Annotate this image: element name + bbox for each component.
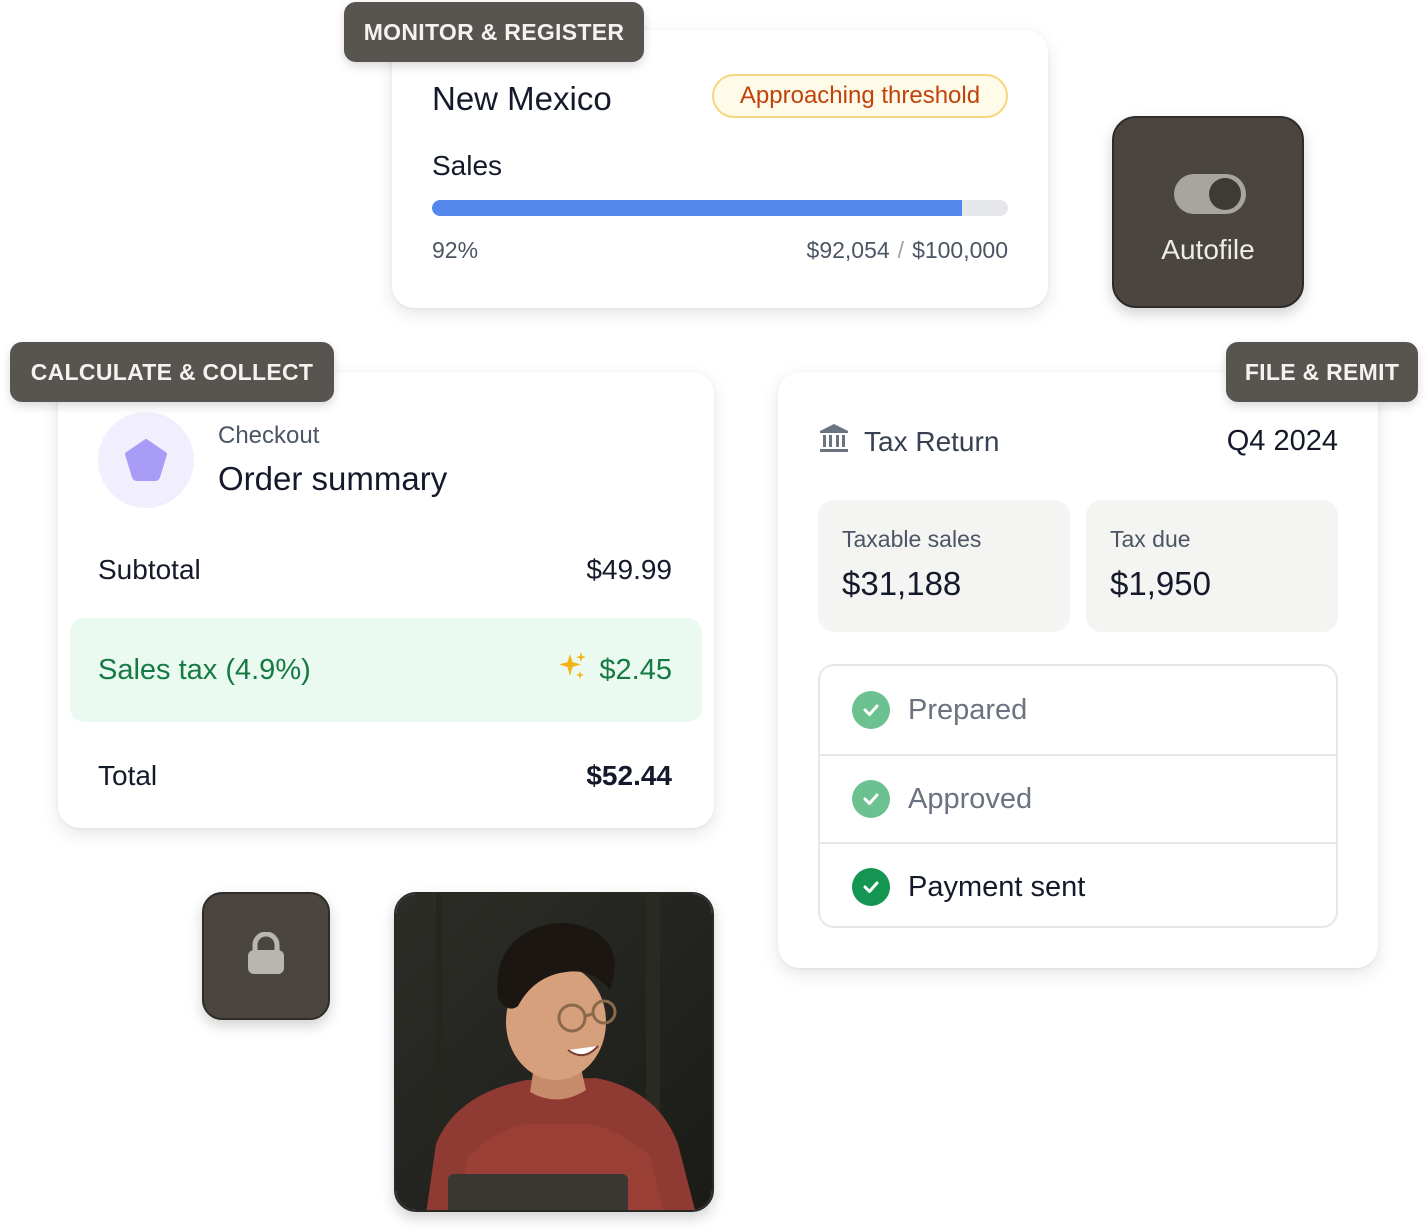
check-circle-icon bbox=[852, 780, 890, 818]
tax-return-period: Q4 2024 bbox=[1226, 425, 1338, 457]
step-label: Approved bbox=[908, 782, 1033, 815]
current-sales-amount: $92,054 bbox=[806, 237, 890, 263]
step-prepared: Prepared bbox=[820, 666, 1336, 754]
step-approved: Approved bbox=[820, 754, 1336, 842]
tax-return-header: Tax Return Q4 2024 bbox=[818, 422, 1338, 461]
toggle-knob bbox=[1209, 178, 1241, 210]
calculate-collect-tag: CALCULATE & COLLECT bbox=[10, 342, 334, 402]
autofile-toggle[interactable] bbox=[1174, 174, 1246, 214]
sales-label: Sales bbox=[432, 150, 503, 181]
order-summary-card: Checkout Order summary Subtotal $49.99 S… bbox=[58, 372, 714, 828]
tax-return-card: Tax Return Q4 2024 Taxable sales $31,188… bbox=[778, 372, 1378, 968]
threshold-amount: $100,000 bbox=[912, 237, 1008, 263]
progress-amounts: $92,054 / $100,000 bbox=[807, 237, 1008, 264]
amount-separator: / bbox=[897, 237, 905, 263]
order-summary-title: Order summary bbox=[218, 460, 448, 497]
step-label: Prepared bbox=[908, 693, 1028, 726]
progress-percent: 92% bbox=[432, 237, 479, 263]
autofile-tile[interactable]: Autofile bbox=[1112, 116, 1304, 308]
sales-progress-fill bbox=[432, 200, 962, 216]
person-photo bbox=[394, 892, 714, 1212]
tax-return-title-group: Tax Return bbox=[818, 422, 999, 461]
total-value: $52.44 bbox=[586, 760, 672, 791]
autofile-label: Autofile bbox=[1161, 234, 1255, 265]
tax-due-label: Tax due bbox=[1110, 526, 1191, 552]
sales-progress-bar bbox=[432, 200, 1008, 216]
filing-steps-list: Prepared Approved Payment sent bbox=[818, 664, 1338, 928]
subtotal-row: Subtotal $49.99 bbox=[98, 550, 672, 590]
total-row: Total $52.44 bbox=[98, 756, 672, 796]
state-name: New Mexico bbox=[432, 80, 612, 117]
taxable-sales-value: $31,188 bbox=[842, 565, 962, 602]
sales-tax-row: Sales tax (4.9%) $2.45 bbox=[70, 618, 702, 722]
checkout-label: Checkout bbox=[218, 422, 320, 449]
sales-tax-label: Sales tax (4.9%) bbox=[98, 653, 311, 686]
file-remit-tag: FILE & REMIT bbox=[1226, 342, 1418, 402]
total-label: Total bbox=[98, 760, 158, 791]
lock-tile bbox=[202, 892, 330, 1020]
monitor-register-tag: MONITOR & REGISTER bbox=[344, 2, 644, 62]
tax-return-title: Tax Return bbox=[864, 425, 1000, 457]
step-label: Payment sent bbox=[908, 870, 1086, 903]
threshold-status-badge: Approaching threshold bbox=[712, 74, 1008, 118]
check-circle-icon bbox=[852, 868, 890, 906]
taxable-sales-box: Taxable sales $31,188 bbox=[818, 500, 1070, 632]
subtotal-label: Subtotal bbox=[98, 554, 201, 585]
sales-tax-value: $2.45 bbox=[599, 653, 672, 686]
bank-icon bbox=[818, 422, 850, 461]
step-payment-sent: Payment sent bbox=[820, 842, 1336, 926]
lock-icon bbox=[246, 931, 286, 981]
subtotal-value: $49.99 bbox=[586, 554, 672, 585]
nexus-monitor-card: New Mexico Approaching threshold Sales 9… bbox=[392, 30, 1048, 308]
taxable-sales-label: Taxable sales bbox=[842, 526, 982, 552]
pentagon-logo-icon bbox=[98, 412, 194, 508]
sparkle-icon bbox=[557, 650, 589, 690]
check-circle-icon bbox=[852, 691, 890, 729]
tax-due-box: Tax due $1,950 bbox=[1086, 500, 1338, 632]
tax-due-value: $1,950 bbox=[1110, 565, 1211, 602]
